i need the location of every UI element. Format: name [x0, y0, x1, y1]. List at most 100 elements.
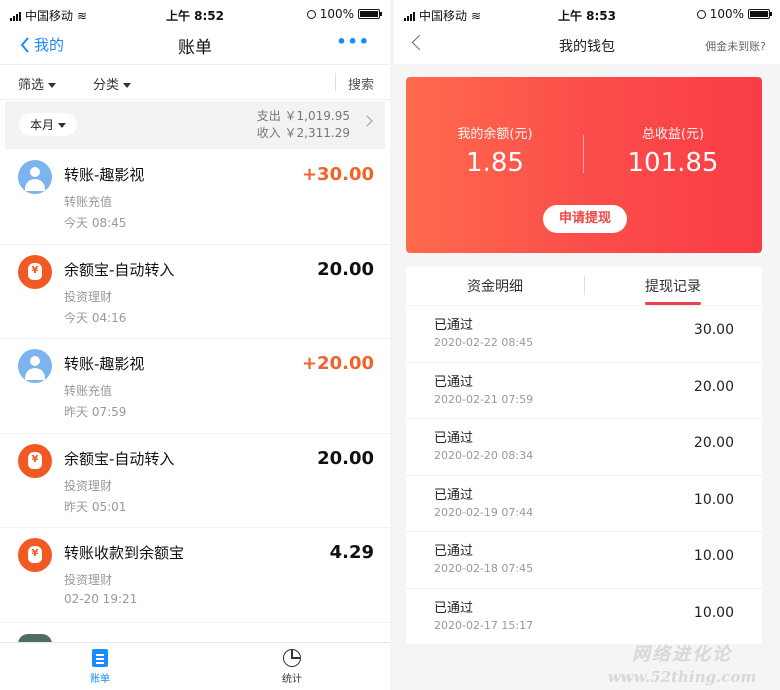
transaction-name: 余额宝-自动转入 — [64, 449, 175, 468]
filter-bar: 筛选 分类 搜索 — [0, 64, 390, 100]
transaction-category: 投资理财 — [64, 478, 113, 493]
caret-down-icon — [48, 83, 57, 88]
status-bar: 中国移动 ≋ 上午 8:52 100% — [0, 0, 390, 28]
withdraw-record-row[interactable]: 已通过 2020-02-22 08:45 30.00 — [406, 306, 762, 363]
caret-down-icon — [123, 83, 132, 88]
transaction-category: 投资理财 — [64, 573, 113, 587]
balance-label: 我的余额(元) — [457, 127, 533, 142]
record-date: 2020-02-20 08:34 — [434, 449, 534, 462]
record-status: 已通过 — [434, 487, 474, 503]
balance-block: 我的余额(元) 1.85 — [406, 123, 584, 178]
total-earnings-block: 总收益(元) 101.85 — [584, 123, 762, 178]
record-amount: 20.00 — [693, 378, 734, 395]
caret-down-icon — [58, 123, 67, 128]
tab-withdraw-records[interactable]: 提现记录 — [584, 276, 762, 296]
active-tab-indicator — [645, 302, 701, 305]
battery-icon — [358, 9, 382, 19]
battery-percent: 100% — [319, 7, 354, 21]
withdraw-record-row[interactable]: 已通过 2020-02-19 07:44 10.00 — [406, 476, 762, 532]
record-status: 已通过 — [434, 374, 474, 390]
records-tabs: 资金明细 提现记录 — [406, 266, 762, 306]
transaction-name: 余额宝-自动转入 — [64, 260, 175, 279]
transaction-name: 转账收款到余额宝 — [64, 544, 185, 562]
record-date: 2020-02-19 07:44 — [434, 505, 534, 519]
records-panel: 资金明细 提现记录 已通过 2020-02-22 08:45 30.00 已通过… — [406, 266, 762, 644]
tab-bar: 账单 统计 — [0, 642, 390, 690]
rotation-lock-icon — [696, 9, 706, 19]
withdraw-record-row[interactable]: 已通过 2020-02-17 15:17 10.00 — [406, 589, 762, 645]
balance-card: 我的余额(元) 1.85 总收益(元) 101.85 申请提现 — [406, 77, 762, 253]
transaction-category: 转账充值 — [64, 195, 113, 209]
nav-bar: 我的钱包 佣金未到账? — [394, 28, 780, 64]
total-earnings-label: 总收益(元) — [641, 127, 705, 142]
money-bag-icon: ¥ — [18, 538, 52, 572]
search-button[interactable]: 搜索 — [348, 74, 374, 93]
record-amount: 30.00 — [693, 322, 734, 338]
rotation-lock-icon — [306, 9, 316, 19]
status-bar: 中国移动 ≋ 上午 8:53 100% — [394, 0, 780, 28]
record-amount: 10.00 — [693, 548, 734, 564]
transaction-name: 转账-趣影视 — [64, 355, 145, 373]
wallet-screen: 中国移动 ≋ 上午 8:53 100% 我的钱包 佣金未到账? 我的余额(元) … — [394, 0, 780, 690]
transaction-amount: 20.00 — [317, 447, 374, 469]
record-date: 2020-02-17 15:17 — [434, 618, 534, 632]
tab-fund-details[interactable]: 资金明细 — [406, 276, 584, 296]
record-amount: 10.00 — [693, 491, 734, 508]
withdraw-record-row[interactable]: 已通过 2020-02-20 08:34 20.00 — [406, 419, 762, 476]
battery-icon — [748, 9, 772, 19]
transaction-list: 转账-趣影视 转账充值 今天 08:45 +30.00 ¥ 余额宝-自动转入 投… — [0, 150, 390, 623]
tab-stats[interactable]: 统计 — [272, 649, 312, 685]
total-earnings-value: 101.85 — [627, 148, 719, 178]
filter-dropdown[interactable]: 筛选 — [18, 74, 57, 93]
record-date: 2020-02-22 08:45 — [434, 336, 534, 349]
transaction-category: 转账充值 — [64, 384, 113, 398]
transaction-row[interactable]: 转账-趣影视 转账充值 昨天 07:59 +20.00 — [0, 339, 390, 434]
transaction-time: 02-20 19:21 — [64, 592, 138, 606]
person-avatar-icon — [18, 160, 52, 194]
person-avatar-icon — [18, 349, 52, 383]
nav-bar: 我的 账单 ••• — [0, 28, 390, 62]
transaction-amount: +30.00 — [301, 164, 374, 185]
balance-value: 1.85 — [466, 148, 524, 178]
record-status: 已通过 — [434, 600, 474, 616]
transaction-time: 今天 08:45 — [64, 216, 127, 230]
transaction-time: 昨天 07:59 — [64, 405, 127, 419]
withdraw-record-row[interactable]: 已通过 2020-02-18 07:45 10.00 — [406, 532, 762, 589]
transaction-time: 今天 04:16 — [64, 310, 127, 325]
record-status: 已通过 — [434, 431, 474, 446]
money-bag-icon: ¥ — [18, 254, 52, 289]
screenshot-root: 中国移动 ≋ 上午 8:52 100% 我的 账单 ••• 筛选 分类 搜索 本… — [0, 0, 780, 690]
record-amount: 10.00 — [693, 604, 734, 621]
transaction-amount: 4.29 — [329, 542, 374, 563]
chevron-right-icon — [361, 115, 373, 127]
transaction-time: 昨天 05:01 — [64, 499, 127, 514]
category-dropdown[interactable]: 分类 — [93, 74, 132, 93]
record-amount: 20.00 — [693, 435, 734, 451]
money-bag-icon: ¥ — [18, 443, 52, 478]
expense-total: 支出 ￥1,019.95 — [256, 109, 350, 123]
more-icon[interactable]: ••• — [336, 32, 370, 51]
month-totals: 支出 ￥1,019.95 收入 ￥2,311.29 — [257, 108, 350, 142]
bill-icon — [92, 649, 108, 667]
transaction-row[interactable]: 转账-趣影视 转账充值 今天 08:45 +30.00 — [0, 150, 390, 245]
withdraw-record-row[interactable]: 已通过 2020-02-21 07:59 20.00 — [406, 363, 762, 419]
commission-help-link[interactable]: 佣金未到账? — [705, 38, 766, 54]
battery-percent: 100% — [709, 7, 744, 21]
withdraw-button[interactable]: 申请提现 — [543, 205, 627, 233]
month-selector[interactable]: 本月 — [19, 113, 78, 136]
month-summary[interactable]: 本月 支出 ￥1,019.95 收入 ￥2,311.29 — [5, 101, 385, 149]
transaction-category: 投资理财 — [64, 289, 113, 304]
record-status: 已通过 — [434, 318, 474, 333]
record-date: 2020-02-21 07:59 — [434, 392, 534, 406]
transaction-row[interactable]: ¥ 余额宝-自动转入 投资理财 昨天 05:01 20.00 — [0, 434, 390, 528]
tab-bill[interactable]: 账单 — [80, 649, 120, 685]
income-total: 收入 ￥2,311.29 — [256, 126, 350, 140]
bill-screen: 中国移动 ≋ 上午 8:52 100% 我的 账单 ••• 筛选 分类 搜索 本… — [0, 0, 390, 690]
transaction-amount: +20.00 — [301, 353, 374, 374]
transaction-amount: 20.00 — [317, 258, 374, 280]
record-date: 2020-02-18 07:45 — [434, 562, 534, 575]
transaction-row[interactable]: ¥ 余额宝-自动转入 投资理财 今天 04:16 20.00 — [0, 245, 390, 339]
page-title: 账单 — [178, 38, 212, 58]
transaction-name: 转账-趣影视 — [64, 166, 145, 184]
transaction-row[interactable]: ¥ 转账收款到余额宝 投资理财 02-20 19:21 4.29 — [0, 528, 390, 623]
